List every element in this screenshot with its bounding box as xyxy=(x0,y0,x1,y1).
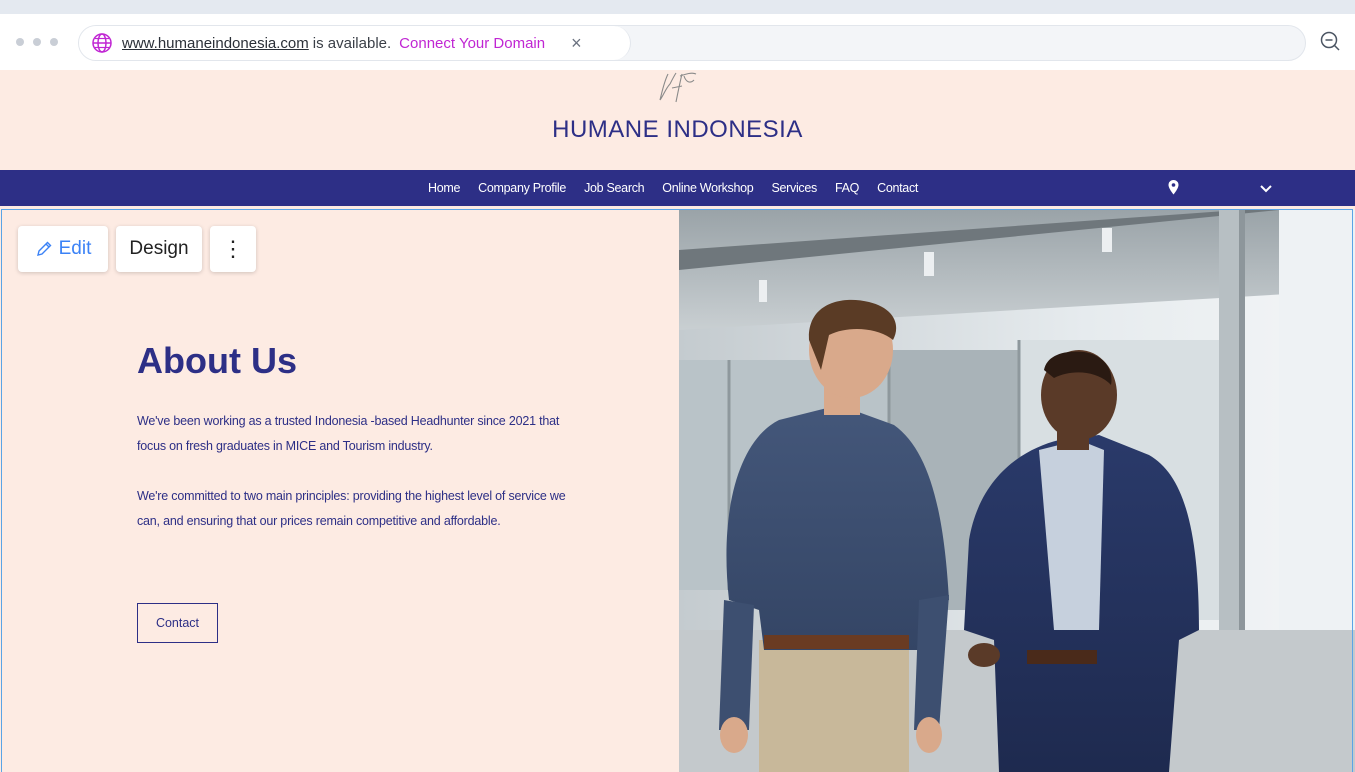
editor-toolbar: Edit Design ⋮ xyxy=(18,226,256,272)
site-title[interactable]: HUMANE INDONESIA xyxy=(0,116,1355,144)
more-vertical-icon[interactable]: ⋮ xyxy=(210,226,256,272)
connect-domain-link[interactable]: Connect Your Domain xyxy=(399,35,545,52)
domain-link[interactable]: www.humaneindonesia.com xyxy=(122,35,309,52)
site-logo[interactable] xyxy=(654,70,704,106)
close-icon[interactable]: × xyxy=(571,33,582,54)
nav-item-faq[interactable]: FAQ xyxy=(835,181,859,195)
nav-item-contact[interactable]: Contact xyxy=(877,181,918,195)
nav-item-online-workshop[interactable]: Online Workshop xyxy=(662,181,753,195)
about-section: Edit Design ⋮ About Us We've been workin… xyxy=(0,206,1355,772)
nav-item-home[interactable]: Home xyxy=(428,181,460,195)
window-dot xyxy=(50,38,58,46)
chevron-down-icon[interactable] xyxy=(1259,181,1273,195)
globe-icon xyxy=(92,33,112,53)
nav-item-company-profile[interactable]: Company Profile xyxy=(478,181,566,195)
location-pin-icon[interactable] xyxy=(1168,180,1179,195)
window-dots xyxy=(16,38,58,46)
domain-notice: www.humaneindonesia.com is available. Co… xyxy=(79,26,631,60)
available-text: is available. xyxy=(312,34,392,52)
edit-button[interactable]: Edit xyxy=(18,226,108,272)
about-title: About Us xyxy=(137,340,297,381)
address-bar[interactable]: www.humaneindonesia.com is available. Co… xyxy=(78,25,1306,61)
nav-item-services[interactable]: Services xyxy=(771,181,817,195)
office-photo xyxy=(679,210,1355,772)
window-dot xyxy=(33,38,41,46)
domain-banner-bar: www.humaneindonesia.com is available. Co… xyxy=(0,0,1355,70)
window-dot xyxy=(16,38,24,46)
contact-button[interactable]: Contact xyxy=(137,603,218,643)
about-paragraph-1: We've been working as a trusted Indonesi… xyxy=(137,414,560,453)
nav-items: Home Company Profile Job Search Online W… xyxy=(428,170,918,206)
nav-item-job-search[interactable]: Job Search xyxy=(584,181,645,195)
site-header: HUMANE INDONESIA xyxy=(0,70,1355,170)
about-paragraph-2: We're committed to two main principles: … xyxy=(137,489,566,528)
main-nav: Home Company Profile Job Search Online W… xyxy=(0,170,1355,206)
design-button[interactable]: Design xyxy=(116,226,202,272)
pencil-icon xyxy=(36,241,52,256)
edit-label: Edit xyxy=(58,238,92,259)
zoom-out-icon[interactable] xyxy=(1319,30,1341,52)
